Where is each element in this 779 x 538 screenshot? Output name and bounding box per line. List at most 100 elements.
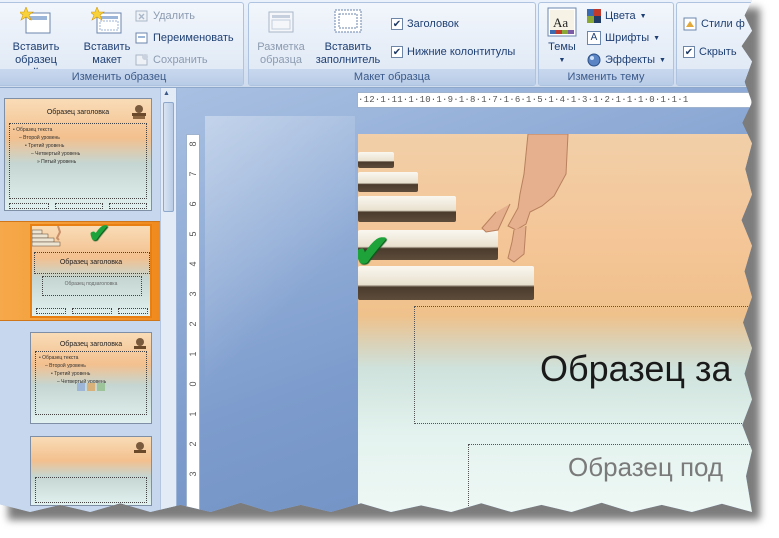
background-styles-label: Стили ф	[701, 18, 745, 30]
title-checkbox[interactable]: ✔ Заголовок	[391, 15, 459, 33]
thumbnail-blank-layout[interactable]	[30, 436, 152, 506]
hide-background-checkbox-box[interactable]: ✔	[683, 46, 695, 58]
thumbnail-title: Образец заголовка	[59, 259, 123, 266]
check-mark-icon: ✔	[88, 218, 110, 248]
delete-icon	[135, 9, 149, 23]
thumbnail-content-box	[35, 477, 147, 503]
insert-slide-master-label-1: Вставить	[12, 41, 60, 53]
hide-background-checkbox[interactable]: ✔ Скрыть	[683, 43, 737, 61]
thumbnail-line: – Второй уровень	[45, 363, 86, 369]
effects-label: Эффекты	[605, 54, 656, 66]
owl-books-icon	[134, 338, 146, 349]
colors-label: Цвета	[605, 10, 636, 22]
ruler-mark: 3	[188, 291, 198, 297]
book-image	[358, 172, 418, 192]
slide-title[interactable]: Образец за	[540, 348, 732, 390]
scrollbar-thumb[interactable]	[163, 102, 174, 212]
insert-placeholder-label-text: заполнитель	[315, 54, 381, 66]
ruler-mark: 8	[188, 141, 198, 147]
hide-background-label: Скрыть	[699, 46, 737, 58]
insert-slide-master-icon	[18, 6, 52, 37]
themes-button[interactable]: Aa Темы ▼	[541, 5, 583, 69]
thumbnail-line: • Третий уровень	[51, 371, 91, 377]
insert-placeholder-label-1: Вставить	[324, 41, 372, 53]
preserve-button[interactable]: Сохранить	[135, 51, 208, 69]
insert-layout-label-1: Вставить	[83, 41, 131, 53]
master-layout-button[interactable]: Разметка образца	[251, 5, 311, 69]
title-checkbox-label: Заголовок	[407, 18, 459, 30]
powerpoint-window: Вставить образец слайдов Вставить макет	[0, 0, 752, 512]
thumbnail-footer-box	[109, 203, 147, 209]
rename-button[interactable]: Переименовать	[135, 29, 234, 47]
ruler-mark: 4	[188, 261, 198, 267]
thumbnail-line: – Четвертый уровень	[31, 151, 81, 157]
rename-icon	[135, 31, 149, 45]
ribbon: Вставить образец слайдов Вставить макет	[0, 0, 752, 88]
thumbnail-footer-box	[55, 203, 103, 209]
chevron-down-icon: ▼	[639, 12, 647, 20]
thumbnail-footer-box	[72, 308, 112, 314]
group-edit-theme-label: Изменить тему	[539, 69, 673, 85]
thumbnail-slide-master[interactable]: Образец заголовка • Образец текста – Вто…	[4, 98, 152, 211]
horizontal-ruler[interactable]: ·12·1·11·1·10·1·9·1·8·1·7·1·6·1·5·1·4·1·…	[357, 92, 752, 108]
rename-label: Переименовать	[153, 32, 234, 44]
svg-text:Aa: Aa	[553, 15, 568, 30]
group-background: Стили ф ✔ Скрыть	[676, 2, 752, 86]
group-master-layout-label: Макет образца	[249, 69, 535, 85]
preserve-icon	[135, 53, 149, 67]
chevron-down-icon: ▼	[558, 57, 566, 64]
slide-subtitle[interactable]: Образец под	[568, 452, 723, 483]
ruler-mark: 1	[188, 351, 198, 357]
background-styles-icon	[683, 17, 697, 31]
thumbnail-title: Образец заголовка	[46, 109, 110, 116]
footers-checkbox-box[interactable]: ✔	[391, 46, 403, 58]
fonts-label: Шрифты	[605, 32, 650, 44]
check-mark-icon: ✔	[358, 225, 391, 277]
thumbnail-subtitle: Образец подзаголовка	[64, 281, 118, 287]
ruler-mark: 1	[188, 411, 198, 417]
background-styles-button[interactable]: Стили ф	[683, 15, 745, 33]
insert-layout-button[interactable]: Вставить макет	[77, 5, 137, 69]
group-background-label	[677, 69, 752, 85]
scroll-up-icon[interactable]: ▲	[163, 90, 170, 97]
effects-icon	[587, 53, 601, 67]
title-checkbox-box[interactable]: ✔	[391, 18, 403, 30]
thumbnail-line: • Третий уровень	[25, 143, 65, 149]
fonts-button[interactable]: A Шрифты ▼	[587, 29, 660, 47]
owl-books-icon	[134, 442, 146, 453]
ruler-mark: 7	[188, 171, 198, 177]
insert-placeholder-button[interactable]: Вставить заполнитель ▼	[311, 5, 385, 78]
group-master-layout: Разметка образца Вставить заполнитель ▼ …	[248, 2, 536, 86]
thumbnail-footer-box	[36, 308, 66, 314]
themes-icon: Aa	[547, 7, 577, 37]
ruler-mark: 5	[188, 231, 198, 237]
fonts-icon: A	[587, 31, 601, 45]
thumbnail-line: • Образец текста	[13, 127, 53, 133]
group-edit-theme: Aa Темы ▼ Цвета ▼ A Шрифты ▼ Эффекты ▼ И…	[538, 2, 674, 86]
chevron-down-icon: ▼	[659, 56, 666, 64]
thumbnail-content-layout[interactable]: Образец заголовка • Образец текста – Вто…	[30, 332, 152, 424]
books-stairs-image	[32, 226, 62, 247]
slide-thumbnails-pane: Образец заголовка • Образец текста – Вто…	[0, 88, 176, 512]
ruler-mark: 2	[188, 321, 198, 327]
effects-button[interactable]: Эффекты ▼	[587, 51, 666, 69]
delete-button[interactable]: Удалить	[135, 7, 195, 25]
chevron-down-icon: ▼	[653, 34, 661, 42]
footers-checkbox[interactable]: ✔ Нижние колонтитулы	[391, 43, 515, 61]
vertical-ruler[interactable]: 8 7 6 5 4 3 2 1 0 1 2 3	[186, 134, 200, 512]
ruler-mark: 3	[188, 471, 198, 477]
thumbnails-scrollbar[interactable]: ▲	[160, 88, 176, 512]
slide-canvas[interactable]: ✔ Образец за Образец под	[358, 134, 752, 512]
slide-editor: ·12·1·11·1·10·1·9·1·8·1·7·1·6·1·5·1·4·1·…	[177, 88, 752, 512]
group-edit-master-label: Изменить образец	[0, 69, 243, 85]
thumbnail-line: • Образец текста	[39, 355, 79, 361]
delete-label: Удалить	[153, 10, 195, 22]
placeholder-icons	[77, 383, 105, 391]
master-layout-icon	[265, 7, 297, 37]
colors-button[interactable]: Цвета ▼	[587, 7, 647, 25]
preserve-label: Сохранить	[153, 54, 208, 66]
thumbnail-footer-box	[118, 308, 148, 314]
insert-slide-master-button[interactable]: Вставить образец слайдов	[0, 5, 77, 79]
thumbnail-line: – Второй уровень	[19, 135, 60, 141]
thumbnail-footer-box	[9, 203, 49, 209]
